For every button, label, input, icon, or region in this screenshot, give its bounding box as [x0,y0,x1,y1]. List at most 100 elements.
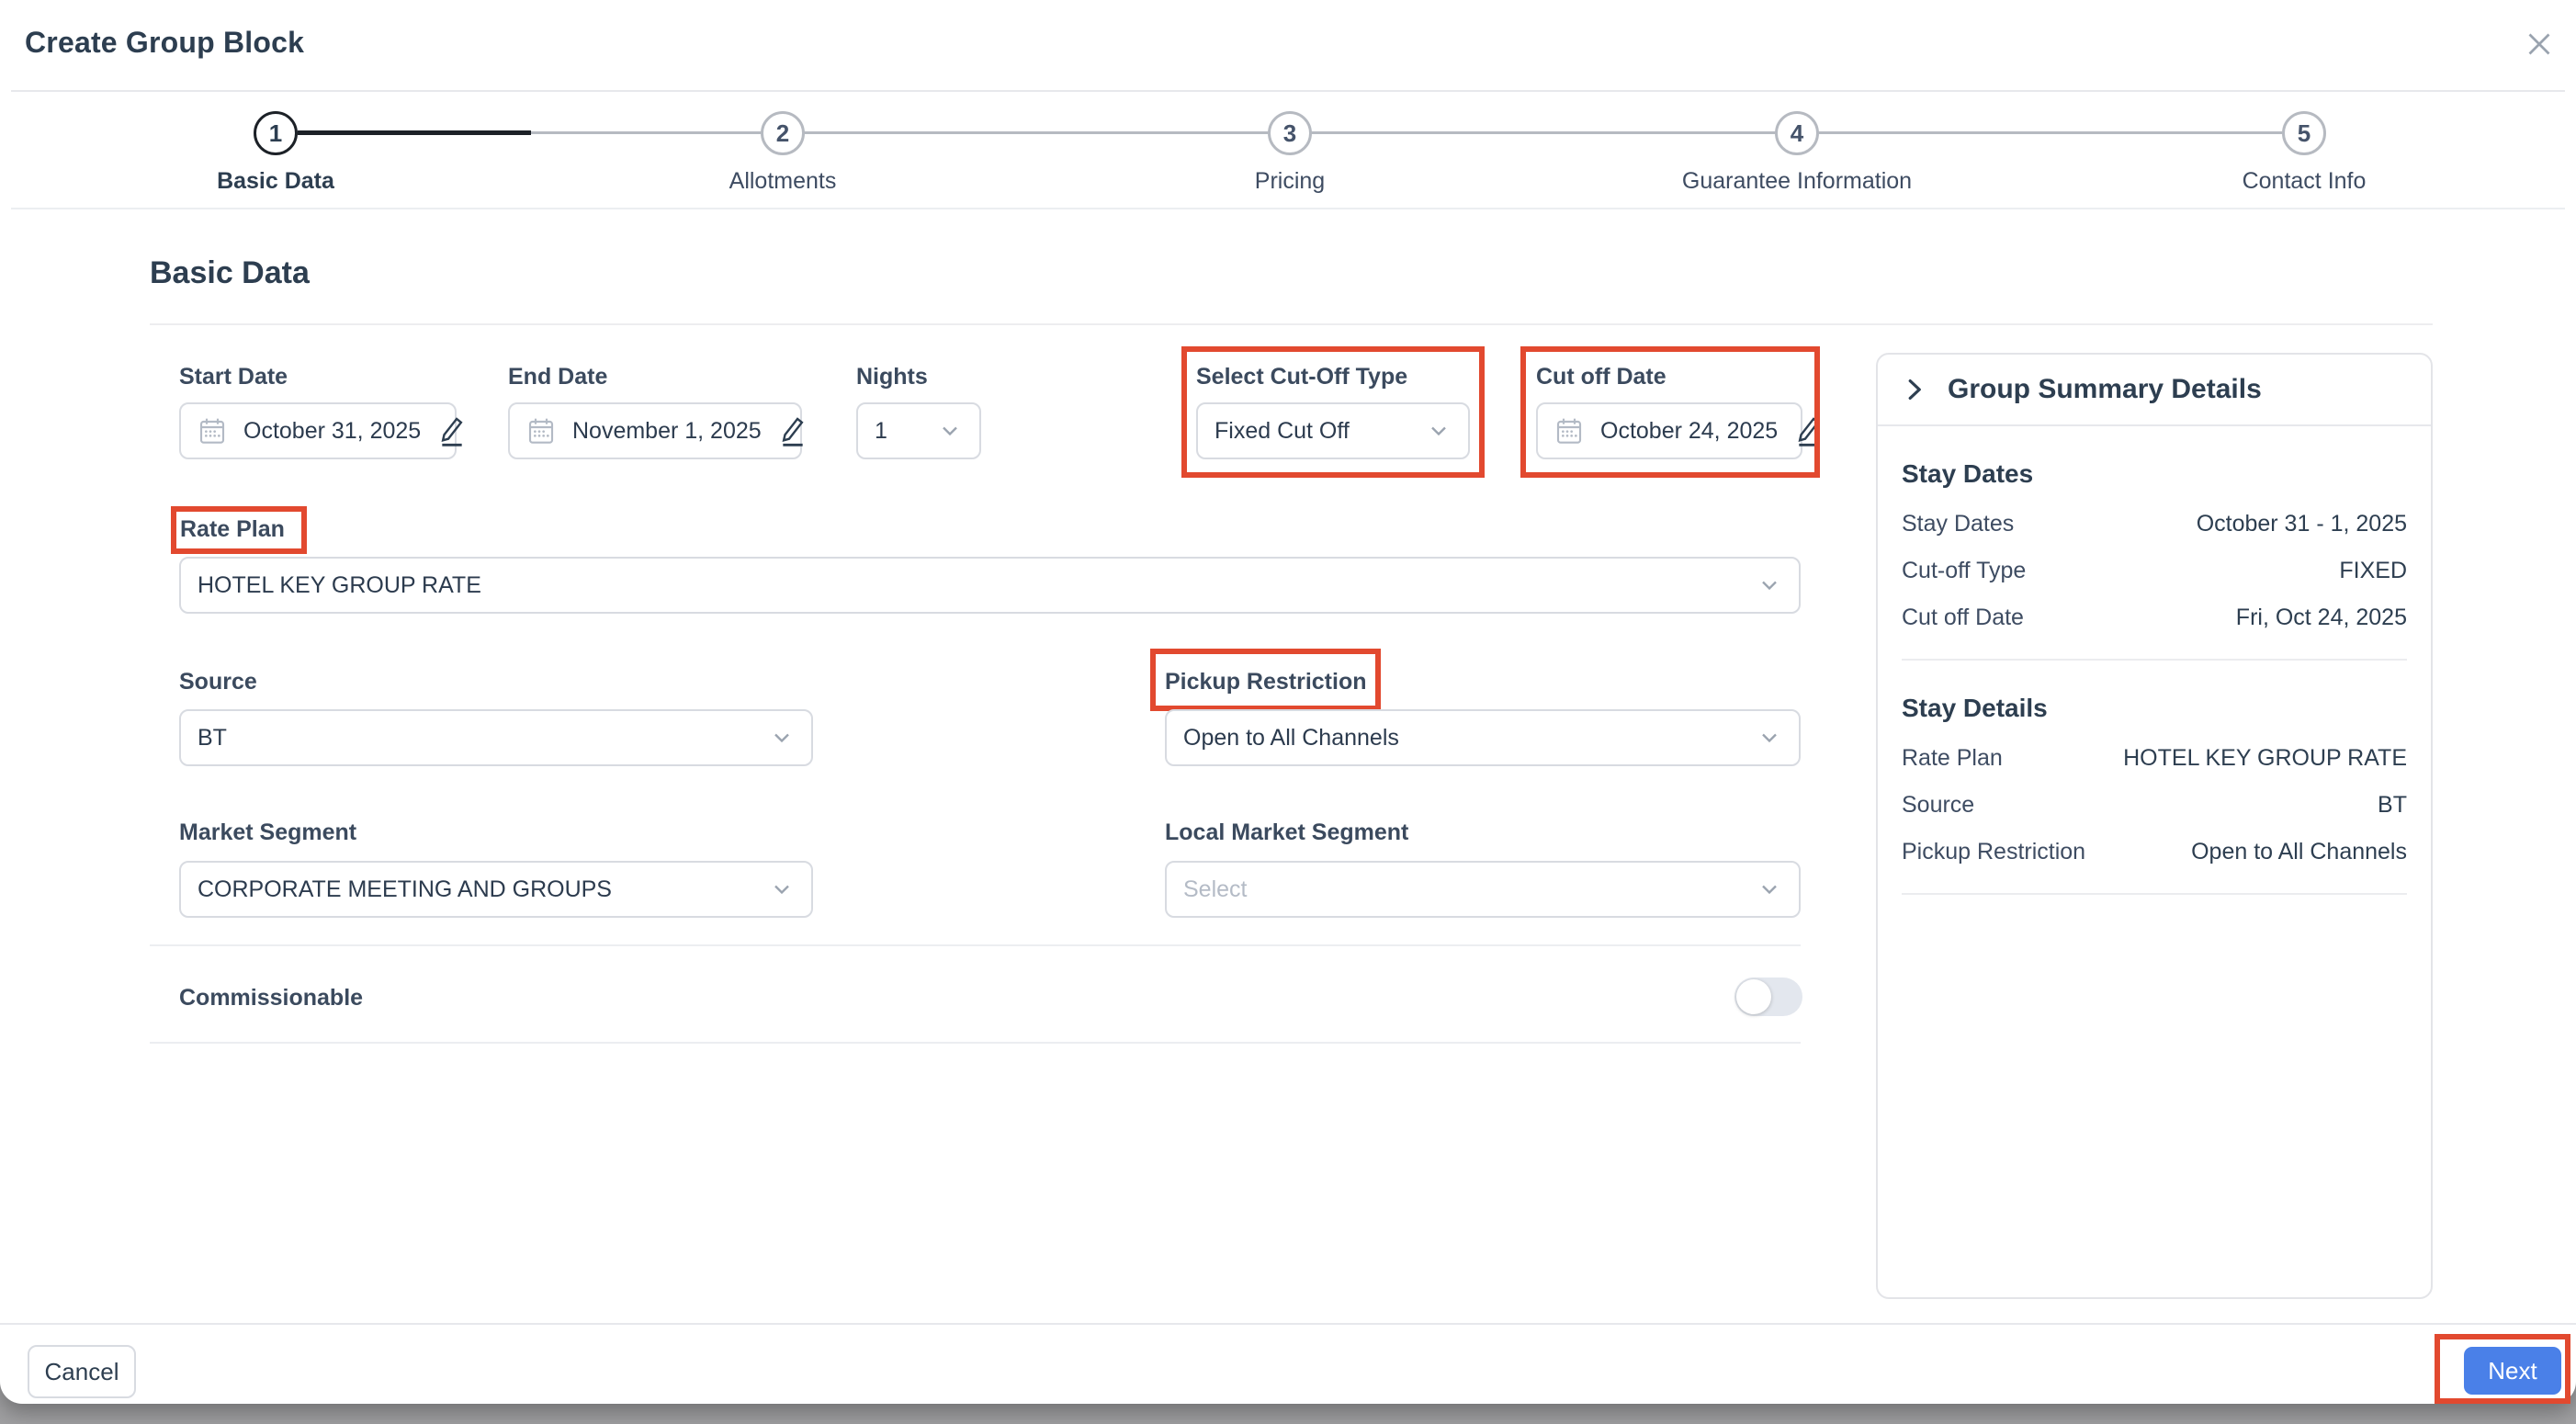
step-label: Contact Info [2166,168,2442,195]
summary-row-value: FIXED [2339,558,2407,584]
stepper-divider [11,208,2565,209]
rate-plan-label: Rate Plan [180,516,285,543]
next-button[interactable]: Next [2464,1347,2561,1395]
end-date-field[interactable]: November 1, 2025 [508,402,802,459]
chevron-down-icon [769,876,795,902]
stay-details-heading: Stay Details [1902,694,2407,723]
commissionable-divider-top [150,944,1801,946]
page-title: Create Group Block [25,26,304,60]
nights-value: 1 [875,418,937,445]
commissionable-toggle[interactable] [1734,978,1802,1016]
calendar-icon [526,415,556,446]
rate-plan-select[interactable]: HOTEL KEY GROUP RATE [179,557,1801,614]
market-segment-value: CORPORATE MEETING AND GROUPS [198,876,769,903]
summary-row: Cut off Date Fri, Oct 24, 2025 [1902,605,2407,631]
edit-icon[interactable] [437,414,467,447]
start-date-field[interactable]: October 31, 2025 [179,402,457,459]
cutoff-date-label: Cut off Date [1536,364,1666,390]
group-summary-panel: Group Summary Details Stay Dates Stay Da… [1876,353,2433,1299]
cutoff-date-field[interactable]: October 24, 2025 [1536,402,1802,459]
cutoff-date-value: October 24, 2025 [1600,418,1778,445]
pickup-restriction-value: Open to All Channels [1183,725,1757,752]
toggle-knob [1736,979,1771,1014]
summary-row-label: Cut off Date [1902,605,2024,631]
chevron-down-icon [1757,876,1782,902]
step-label: Allotments [645,168,921,195]
step-number: 1 [254,111,298,155]
summary-row-value: BT [2378,792,2407,819]
chevron-down-icon [769,725,795,751]
footer-divider [0,1323,2576,1325]
rate-plan-value: HOTEL KEY GROUP RATE [198,572,1757,599]
step-number: 5 [2282,111,2326,155]
summary-row-label: Rate Plan [1902,745,2003,772]
step-label: Guarantee Information [1659,168,1935,195]
summary-row: Cut-off Type FIXED [1902,558,2407,584]
section-heading: Basic Data [150,255,310,291]
nights-label: Nights [856,364,928,390]
stay-dates-heading: Stay Dates [1902,459,2407,489]
step-label: Basic Data [138,168,413,195]
local-market-segment-select[interactable]: Select [1165,861,1801,918]
end-date-label: End Date [508,364,607,390]
source-value: BT [198,725,769,752]
group-summary-header[interactable]: Group Summary Details [1878,355,2431,426]
end-date-value: November 1, 2025 [572,418,762,445]
summary-row: Stay Dates October 31 - 1, 2025 [1902,511,2407,537]
edit-icon[interactable] [1794,414,1824,447]
market-segment-select[interactable]: CORPORATE MEETING AND GROUPS [179,861,813,918]
step-number: 2 [761,111,805,155]
start-date-label: Start Date [179,364,288,390]
chevron-down-icon [1757,572,1782,598]
chevron-right-icon [1900,376,1927,403]
stay-dates-section: Stay Dates Stay Dates October 31 - 1, 20… [1878,426,2431,631]
step-guarantee-information[interactable]: 4 Guarantee Information [1659,111,1935,195]
summary-row: Pickup Restriction Open to All Channels [1902,839,2407,865]
summary-section-divider [1902,893,2407,895]
chevron-down-icon [1426,418,1452,444]
screen: Create Group Block 1 Basic Data 2 Allotm… [0,0,2576,1424]
source-label: Source [179,669,257,695]
source-select[interactable]: BT [179,709,813,766]
chevron-down-icon [937,418,963,444]
summary-row-value: Fri, Oct 24, 2025 [2236,605,2407,631]
summary-row-label: Stay Dates [1902,511,2014,537]
step-basic-data[interactable]: 1 Basic Data [138,111,413,195]
close-icon[interactable] [2519,24,2559,64]
summary-row-value: HOTEL KEY GROUP RATE [2123,745,2407,772]
create-group-block-modal: Create Group Block 1 Basic Data 2 Allotm… [0,0,2576,1404]
summary-row-value: October 31 - 1, 2025 [2197,511,2407,537]
market-segment-label: Market Segment [179,819,356,846]
step-label: Pricing [1152,168,1428,195]
step-pricing[interactable]: 3 Pricing [1152,111,1428,195]
local-market-segment-label: Local Market Segment [1165,819,1408,846]
summary-row-label: Cut-off Type [1902,558,2026,584]
cutoff-type-select[interactable]: Fixed Cut Off [1196,402,1470,459]
pickup-restriction-label: Pickup Restriction [1165,669,1367,695]
start-date-value: October 31, 2025 [243,418,421,445]
calendar-icon [198,415,227,446]
cutoff-type-value: Fixed Cut Off [1215,418,1426,445]
section-divider [150,323,2433,325]
cancel-button[interactable]: Cancel [28,1345,136,1398]
step-number: 4 [1775,111,1819,155]
summary-row: Rate Plan HOTEL KEY GROUP RATE [1902,745,2407,772]
calendar-icon [1554,415,1584,446]
commissionable-label: Commissionable [179,985,363,1011]
header-divider [11,90,2565,92]
pickup-restriction-select[interactable]: Open to All Channels [1165,709,1801,766]
chevron-down-icon [1757,725,1782,751]
cutoff-type-label: Select Cut-Off Type [1196,364,1407,390]
summary-title: Group Summary Details [1948,374,2262,405]
step-contact-info[interactable]: 5 Contact Info [2166,111,2442,195]
stay-details-section: Stay Details Rate Plan HOTEL KEY GROUP R… [1878,661,2431,865]
summary-row-label: Pickup Restriction [1902,839,2085,865]
summary-row: Source BT [1902,792,2407,819]
step-number: 3 [1268,111,1312,155]
step-allotments[interactable]: 2 Allotments [645,111,921,195]
summary-row-value: Open to All Channels [2191,839,2407,865]
nights-select[interactable]: 1 [856,402,981,459]
local-market-segment-placeholder: Select [1183,876,1757,903]
commissionable-divider-bottom [150,1042,1801,1044]
edit-icon[interactable] [778,414,808,447]
